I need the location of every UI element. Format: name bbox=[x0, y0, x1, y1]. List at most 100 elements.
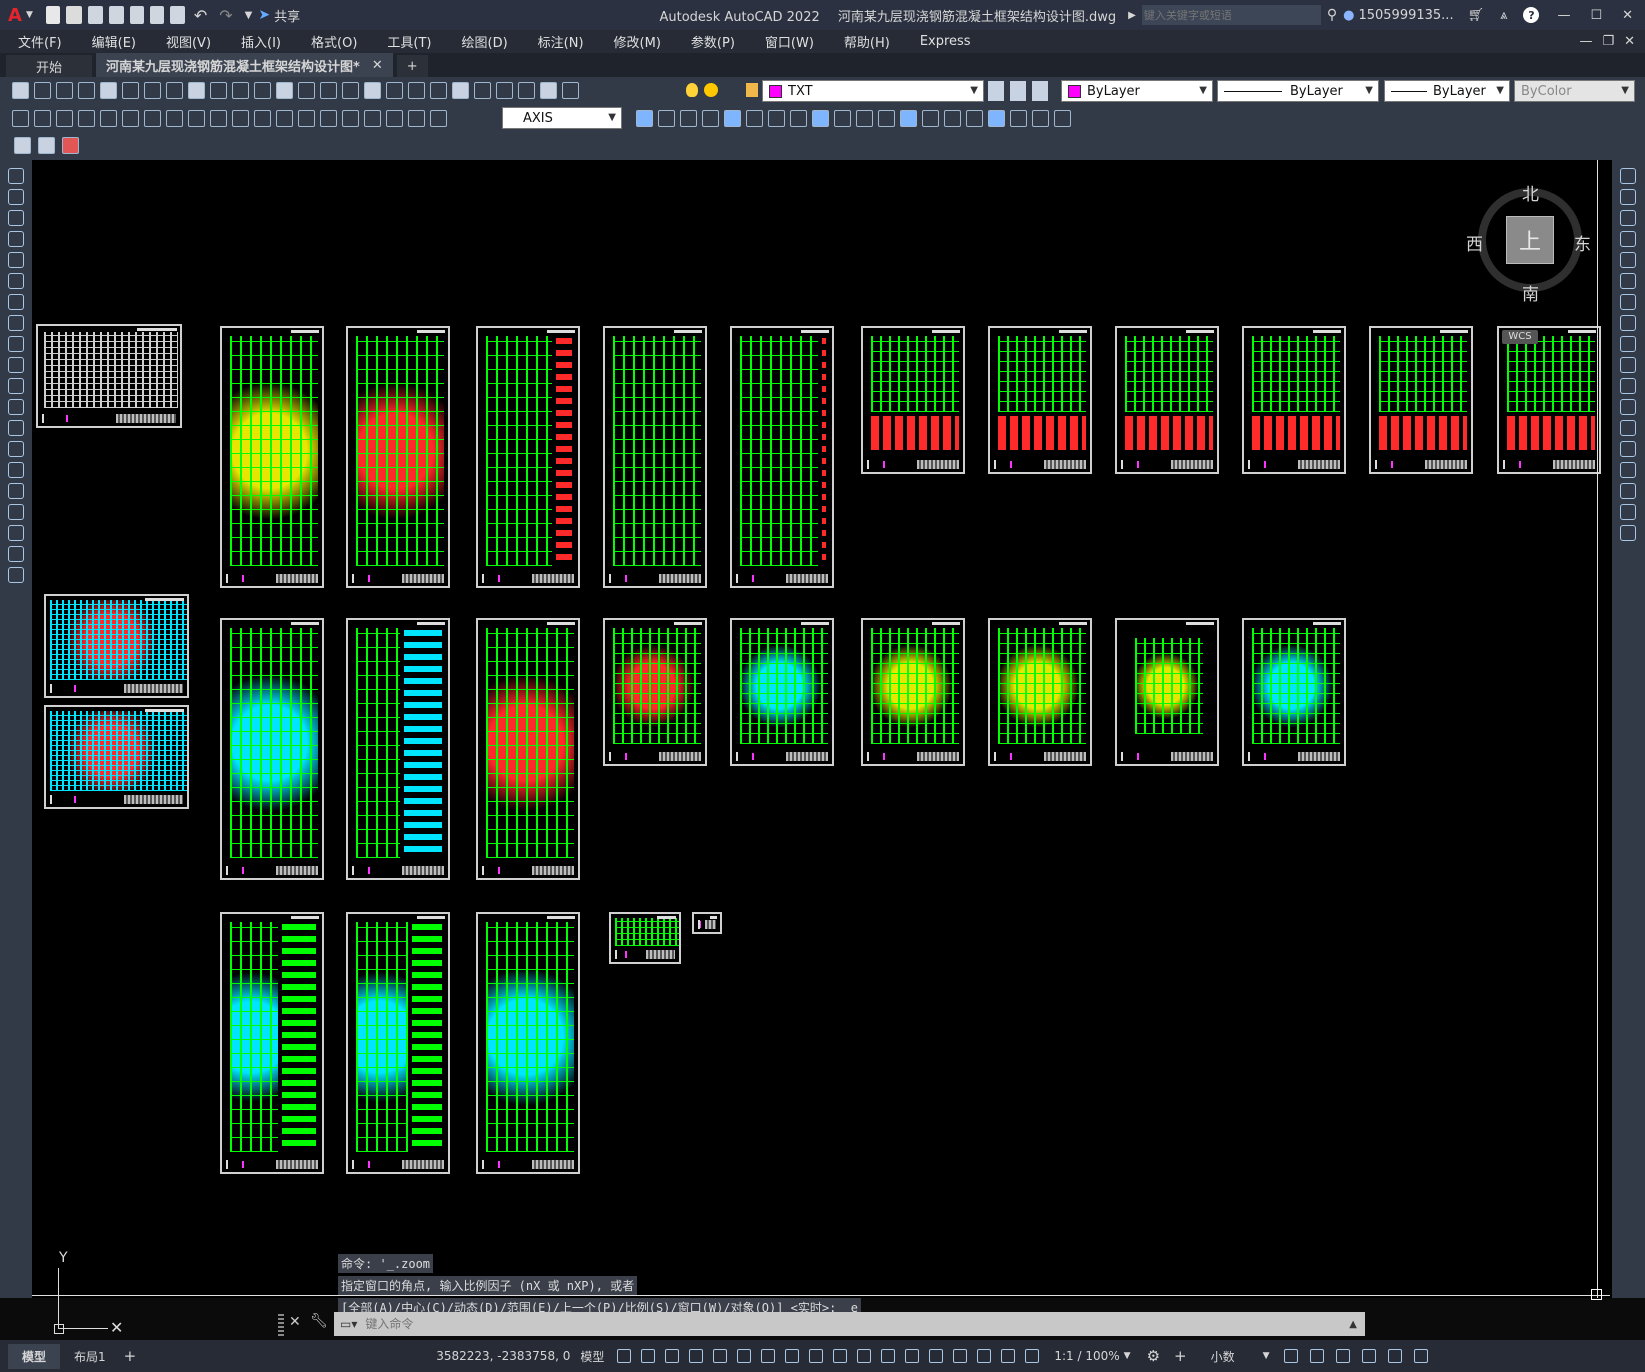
color-dropdown[interactable]: ByLayer ▼ bbox=[1061, 80, 1213, 102]
menu-draw[interactable]: 绘图(D) bbox=[462, 32, 508, 51]
user-icon[interactable]: ● bbox=[1343, 8, 1354, 23]
doc-restore-icon[interactable]: ❐ bbox=[1602, 34, 1614, 49]
sheet-slab-plan-2[interactable] bbox=[988, 618, 1092, 766]
block-tool-icon[interactable] bbox=[14, 137, 31, 154]
3d-osnap-toggle-icon[interactable] bbox=[905, 1349, 920, 1363]
block-edit-tool-icon[interactable] bbox=[38, 137, 55, 154]
open-icon[interactable] bbox=[34, 82, 51, 99]
rectangle-icon[interactable] bbox=[8, 252, 24, 268]
sheet-stair-detail-2[interactable] bbox=[730, 618, 834, 766]
copy-icon[interactable] bbox=[188, 82, 205, 99]
open-web-icon[interactable] bbox=[129, 6, 144, 24]
revision-cloud-icon[interactable] bbox=[8, 315, 24, 331]
sheet-column-section-5[interactable] bbox=[1369, 326, 1473, 474]
gradient-icon[interactable] bbox=[8, 483, 24, 499]
point-icon[interactable] bbox=[8, 441, 24, 457]
attribute-tool-icon[interactable] bbox=[62, 137, 79, 154]
dim-ordinate-icon[interactable] bbox=[78, 110, 95, 127]
command-input[interactable] bbox=[363, 1313, 1350, 1335]
array-icon[interactable] bbox=[1620, 252, 1636, 268]
dim-arc-icon[interactable] bbox=[56, 110, 73, 127]
menu-modify[interactable]: 修改(M) bbox=[614, 32, 661, 51]
undo-icon[interactable] bbox=[276, 82, 293, 99]
construction-line-icon[interactable] bbox=[8, 189, 24, 205]
cart-icon[interactable]: 🛒︎ bbox=[1468, 8, 1485, 23]
dim-baseline-icon[interactable] bbox=[210, 110, 227, 127]
qnew-icon[interactable] bbox=[12, 82, 29, 99]
tab-layout1[interactable]: 布局1 bbox=[60, 1344, 120, 1369]
scale-dropdown-arrow-icon[interactable]: ▼ bbox=[1124, 1351, 1131, 1361]
object-snap-toggle-icon[interactable] bbox=[809, 1349, 824, 1363]
pan-icon[interactable] bbox=[320, 82, 337, 99]
save-as-icon[interactable] bbox=[108, 6, 124, 24]
workspace-gear-icon[interactable]: ⚙ bbox=[1147, 1347, 1160, 1365]
iso-11-icon[interactable] bbox=[856, 110, 873, 127]
isolate-objects-icon[interactable] bbox=[1335, 1349, 1350, 1363]
explode-icon[interactable] bbox=[1620, 525, 1636, 541]
zoom-previous-icon[interactable] bbox=[386, 82, 403, 99]
menu-express[interactable]: Express bbox=[920, 34, 971, 49]
close-icon[interactable]: ✕ bbox=[1622, 8, 1633, 23]
autodesk-app-icon[interactable]: ⩓ bbox=[1500, 8, 1507, 23]
iso-13-icon[interactable] bbox=[900, 110, 917, 127]
inspect-icon[interactable] bbox=[342, 110, 359, 127]
menu-dimension[interactable]: 标注(N) bbox=[538, 32, 584, 51]
quick-properties-icon[interactable] bbox=[1283, 1349, 1298, 1363]
plot-preview-icon[interactable] bbox=[100, 82, 117, 99]
share-button[interactable]: 共享 bbox=[274, 6, 300, 25]
hatch-icon[interactable] bbox=[8, 462, 24, 478]
sheet-detail-small-1[interactable] bbox=[609, 912, 681, 964]
sheet-detail-small-2[interactable] bbox=[692, 912, 722, 934]
join-icon[interactable] bbox=[1620, 441, 1636, 457]
match-prop-icon[interactable] bbox=[232, 82, 249, 99]
command-history-arrow-icon[interactable]: ▲ bbox=[1349, 1319, 1357, 1330]
sheet-column-plan-2[interactable] bbox=[603, 326, 707, 588]
iso-15-icon[interactable] bbox=[944, 110, 961, 127]
sheet-slab-plan-1[interactable] bbox=[861, 618, 965, 766]
tool-palettes-icon[interactable] bbox=[452, 82, 469, 99]
sheet-column-section-3[interactable] bbox=[1115, 326, 1219, 474]
stretch-icon[interactable] bbox=[1620, 336, 1636, 352]
plotstyle-dropdown[interactable]: ByColor ▼ bbox=[1514, 80, 1635, 102]
dim-jogged-icon[interactable] bbox=[122, 110, 139, 127]
command-customize-icon[interactable]: 🔧︎ bbox=[310, 1313, 328, 1329]
iso-4-icon[interactable] bbox=[702, 110, 719, 127]
dim-edit-icon[interactable] bbox=[386, 110, 403, 127]
viewcube[interactable]: 上 北 南 东 西 bbox=[1466, 180, 1591, 305]
ortho-toggle-icon[interactable] bbox=[713, 1349, 728, 1363]
iso-18-icon[interactable] bbox=[1010, 110, 1027, 127]
polyline-icon[interactable] bbox=[8, 210, 24, 226]
viewcube-east[interactable]: 东 bbox=[1574, 230, 1591, 255]
app-menu-arrow-icon[interactable]: ▼ bbox=[26, 10, 33, 20]
region-icon[interactable] bbox=[8, 504, 24, 520]
command-line[interactable]: ▭▾ ▲ bbox=[334, 1312, 1365, 1336]
plus-icon[interactable]: + bbox=[1174, 1347, 1187, 1365]
iso-17-icon[interactable] bbox=[988, 110, 1005, 127]
viewcube-south[interactable]: 南 bbox=[1522, 280, 1539, 305]
new-tab-button[interactable]: + bbox=[396, 55, 428, 77]
drawing-canvas[interactable]: 上 北 南 东 西 WCS Y ✕ bbox=[32, 160, 1612, 1337]
layer-properties-icon[interactable] bbox=[562, 82, 579, 99]
minimize-icon[interactable]: — bbox=[1557, 8, 1570, 23]
save-web-icon[interactable] bbox=[149, 6, 164, 24]
ellipse-arc-icon[interactable] bbox=[8, 378, 24, 394]
markup-icon[interactable] bbox=[496, 82, 513, 99]
sheet-column-section-6[interactable] bbox=[1497, 326, 1601, 474]
menu-help[interactable]: 帮助(H) bbox=[844, 32, 890, 51]
linetype-dropdown[interactable]: ByLayer ▼ bbox=[1217, 80, 1379, 102]
jogged-linear-icon[interactable] bbox=[364, 110, 381, 127]
infer-toggle-icon[interactable] bbox=[665, 1349, 680, 1363]
menu-edit[interactable]: 编辑(E) bbox=[92, 32, 136, 51]
dim-angular-icon[interactable] bbox=[166, 110, 183, 127]
sheet-beam-plan-2[interactable] bbox=[346, 618, 450, 880]
layer-lock-icon[interactable] bbox=[746, 83, 758, 97]
spline-icon[interactable] bbox=[8, 336, 24, 352]
dim-linear-icon[interactable] bbox=[12, 110, 29, 127]
multiline-text-icon[interactable] bbox=[8, 546, 24, 562]
viewcube-top-face[interactable]: 上 bbox=[1506, 216, 1554, 264]
annotation-scale[interactable]: 1:1 / 100% bbox=[1054, 1349, 1119, 1363]
grid-toggle-icon[interactable] bbox=[617, 1349, 632, 1363]
iso-14-icon[interactable] bbox=[922, 110, 939, 127]
coordinates[interactable]: 3582223, -2383758, 0 bbox=[436, 1349, 570, 1363]
open-icon[interactable] bbox=[65, 6, 82, 24]
